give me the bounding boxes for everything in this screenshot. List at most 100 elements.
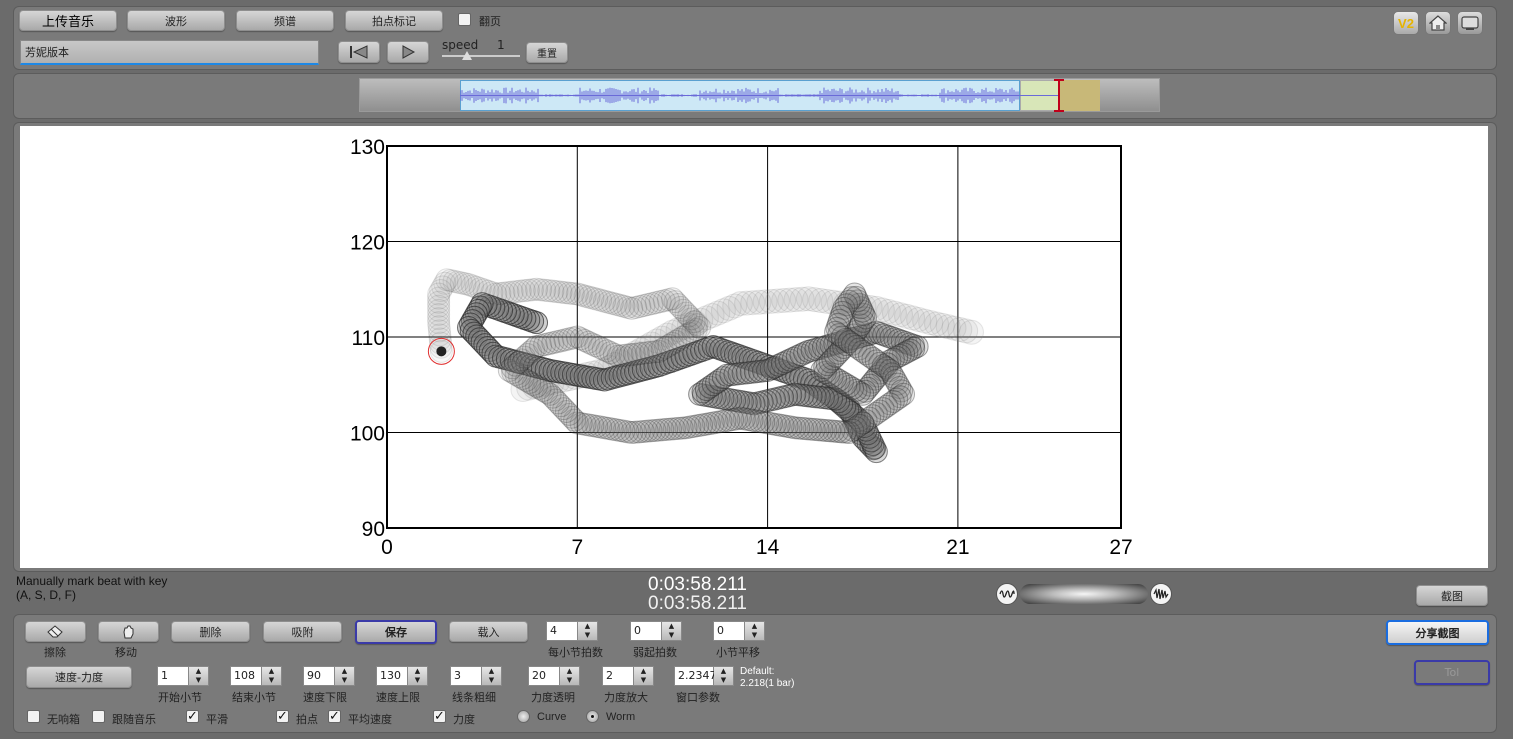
load-button[interactable]: 载入: [449, 621, 528, 642]
no-drag-label: 无响箱: [47, 713, 80, 726]
window-param-spinner[interactable]: 2.2347 ▲ ▼: [674, 666, 734, 686]
spinner-arrows[interactable]: ▲ ▼: [745, 621, 765, 641]
time-total: 0:03:58.211: [648, 593, 747, 614]
page-turn-checkbox[interactable]: [458, 13, 471, 26]
spinner-arrows[interactable]: ▲ ▼: [714, 666, 734, 686]
play-icon: [402, 45, 416, 59]
upload-music-button[interactable]: 上传音乐: [19, 10, 117, 31]
mode-button[interactable]: 速度-力度: [26, 666, 132, 688]
reset-button[interactable]: 重置: [526, 42, 568, 63]
y-tick-label: 100: [350, 423, 385, 446]
spinner-arrows[interactable]: ▲ ▼: [560, 666, 580, 686]
spinner-arrows[interactable]: ▲ ▼: [662, 621, 682, 641]
weak-beats-label: 弱起拍数: [633, 646, 677, 659]
save-button[interactable]: 保存: [355, 620, 437, 644]
volume-slider[interactable]: [996, 582, 1172, 606]
spinner-arrows[interactable]: ▲ ▼: [189, 666, 209, 686]
end-bar-spinner[interactable]: 108 ▲ ▼: [230, 666, 282, 686]
beats-per-bar-spinner[interactable]: 4 ▲ ▼: [546, 621, 598, 641]
follow-music-checkbox[interactable]: [92, 710, 105, 723]
beats-per-bar-value[interactable]: 4: [546, 621, 578, 641]
dyn-scale-value[interactable]: 2: [602, 666, 634, 686]
weak-beats-value[interactable]: 0: [630, 621, 662, 641]
v2-button[interactable]: V2: [1393, 11, 1419, 35]
start-bar-spinner[interactable]: 1 ▲ ▼: [157, 666, 209, 686]
spectrum-button[interactable]: 频谱: [236, 10, 334, 31]
worm-radio[interactable]: [586, 710, 599, 723]
start-bar-value[interactable]: 1: [157, 666, 189, 686]
bar-shift-spinner[interactable]: 0 ▲ ▼: [713, 621, 765, 641]
tol-button[interactable]: Tol: [1414, 660, 1490, 685]
curve-radio[interactable]: [517, 710, 530, 723]
tempo-min-spinner[interactable]: 90 ▲ ▼: [303, 666, 355, 686]
move-label: 移动: [115, 646, 137, 659]
beats-per-bar-label: 每小节拍数: [548, 646, 603, 659]
dyn-opacity-label: 力度透明: [531, 691, 575, 704]
play-button[interactable]: [387, 41, 429, 63]
window-param-label: 窗口参数: [676, 691, 720, 704]
page-turn-label: 翻页: [479, 15, 501, 28]
playhead-marker[interactable]: [1058, 79, 1060, 112]
beats-checkbox[interactable]: ✓: [276, 710, 289, 723]
waveform-tail-dark: [1060, 80, 1100, 111]
tempo-max-spinner[interactable]: 130 ▲ ▼: [376, 666, 428, 686]
spinner-arrows[interactable]: ▲ ▼: [408, 666, 428, 686]
waveform-button[interactable]: 波形: [127, 10, 225, 31]
tempo-min-value[interactable]: 90: [303, 666, 335, 686]
dyn-scale-spinner[interactable]: 2 ▲ ▼: [602, 666, 654, 686]
y-tick-label: 90: [362, 518, 385, 541]
spinner-arrows[interactable]: ▲ ▼: [335, 666, 355, 686]
dyn-opacity-value[interactable]: 20: [528, 666, 560, 686]
bar-shift-value[interactable]: 0: [713, 621, 745, 641]
line-width-spinner[interactable]: 3 ▲ ▼: [450, 666, 502, 686]
dynamics-checkbox[interactable]: ✓: [433, 710, 446, 723]
speed-slider-handle[interactable]: [462, 51, 472, 60]
weak-beats-spinner[interactable]: 0 ▲ ▼: [630, 621, 682, 641]
spinner-arrows[interactable]: ▲ ▼: [578, 621, 598, 641]
end-bar-value[interactable]: 108: [230, 666, 262, 686]
skip-back-button[interactable]: [338, 41, 380, 63]
erase-label: 擦除: [44, 646, 66, 659]
x-tick-label: 27: [1109, 536, 1132, 559]
snap-button[interactable]: 吸附: [263, 621, 342, 642]
fullscreen-button[interactable]: [1457, 11, 1483, 35]
spinner-arrows[interactable]: ▲ ▼: [634, 666, 654, 686]
dyn-opacity-spinner[interactable]: 20 ▲ ▼: [528, 666, 580, 686]
follow-music-label: 跟随音乐: [112, 713, 156, 726]
spinner-arrows[interactable]: ▲ ▼: [482, 666, 502, 686]
dynamics-label: 力度: [453, 713, 475, 726]
tempo-max-label: 速度上限: [376, 691, 420, 704]
x-tick-label: 21: [946, 536, 969, 559]
erase-button[interactable]: [25, 621, 86, 642]
window-param-value[interactable]: 2.2347: [674, 666, 717, 686]
move-button[interactable]: [98, 621, 159, 642]
volume-track[interactable]: [1020, 584, 1148, 604]
beat-mark-button[interactable]: 拍点标记: [345, 10, 443, 31]
eraser-icon: [46, 624, 63, 637]
tempo-max-value[interactable]: 130: [376, 666, 408, 686]
screen-icon: [1461, 16, 1479, 30]
start-bar-label: 开始小节: [158, 691, 202, 704]
playhead-cap-bottom: [1054, 110, 1064, 112]
share-screenshot-button[interactable]: 分享截图: [1386, 620, 1489, 645]
tempo-dynamics-chart: 0 7 14 21 2790100110120130: [350, 136, 1133, 559]
worm-label: Worm: [606, 711, 636, 723]
curve-label: Curve: [537, 711, 567, 723]
home-icon: [1429, 15, 1447, 31]
avg-tempo-checkbox[interactable]: ✓: [328, 710, 341, 723]
speed-slider-track[interactable]: [442, 55, 520, 57]
tempo-min-label: 速度下限: [303, 691, 347, 704]
home-button[interactable]: [1425, 11, 1451, 35]
screenshot-button[interactable]: 截图: [1416, 585, 1488, 606]
track-name-input[interactable]: 芳妮版本: [20, 40, 319, 65]
smooth-checkbox[interactable]: ✓: [186, 710, 199, 723]
speed-value: 1: [497, 38, 505, 52]
line-width-value[interactable]: 3: [450, 666, 482, 686]
spinner-arrows[interactable]: ▲ ▼: [262, 666, 282, 686]
wave-high-icon: [1150, 583, 1172, 605]
waveform-overview[interactable]: [359, 78, 1160, 112]
delete-button[interactable]: 删除: [171, 621, 250, 642]
no-drag-checkbox[interactable]: [27, 710, 40, 723]
playhead-cap-top: [1054, 79, 1064, 81]
x-tick-label: 7: [571, 536, 583, 559]
